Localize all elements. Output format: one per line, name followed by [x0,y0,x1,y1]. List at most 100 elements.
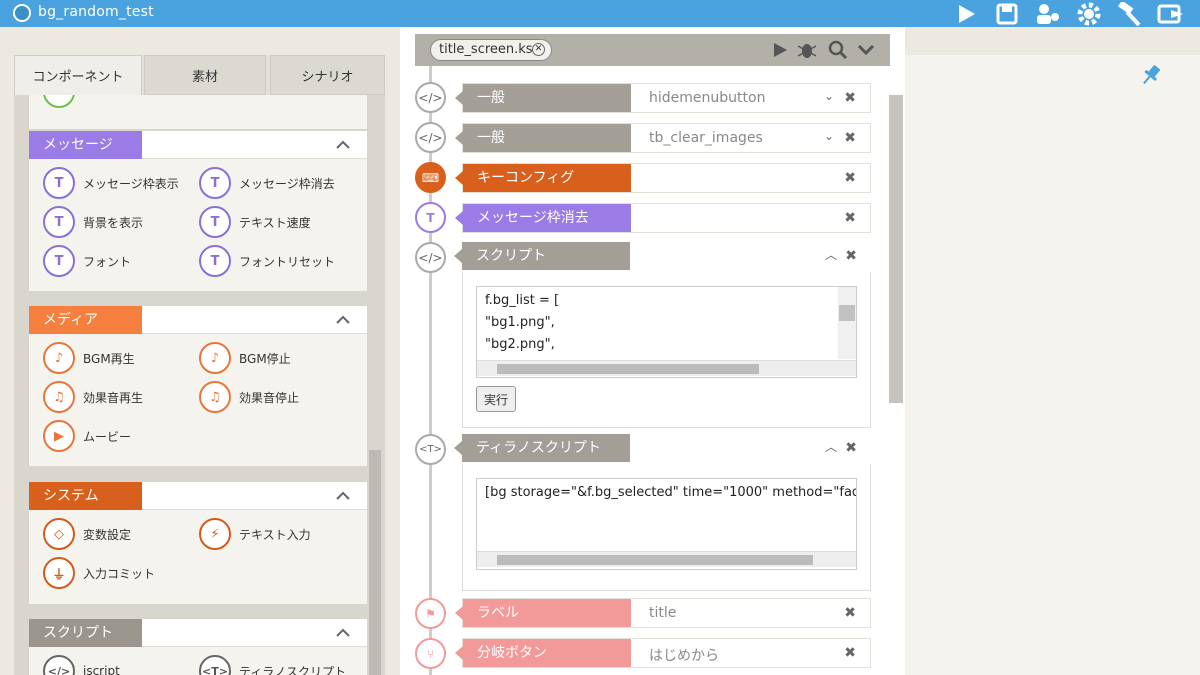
keyboard-icon: ⌨ [415,162,446,193]
scenario-row[interactable]: キーコンフィグ ✖ [455,163,871,193]
run-scenario-icon[interactable] [772,42,788,58]
category-media: メディア ♪ BGM再生 ♪ BGM停止 ♫ 効果音再生 ♫ 効果音停止 ▶ ムービー [28,305,368,467]
component-item[interactable]: T フォント [43,245,131,277]
delete-icon[interactable]: ✖ [845,440,857,456]
app-title: bg_random_test [38,4,154,20]
pin-icon[interactable] [1139,63,1163,87]
component-item[interactable]: ▶ ムービー [43,420,131,452]
category-script-label[interactable]: スクリプト [29,619,142,647]
lightning-icon: ⚡ [199,518,231,550]
component-icon[interactable] [43,95,75,108]
category-message-label[interactable]: メッセージ [29,131,142,159]
code-icon: </> [415,82,446,113]
component-item[interactable]: T 背景を表示 [43,206,143,238]
code-icon: </> [43,655,75,675]
textarea-vscrollbar[interactable] [838,287,856,359]
timeline-line [429,66,432,675]
component-item[interactable]: ◇ 変数設定 [43,518,131,550]
component-item[interactable]: ♫ 効果音再生 [43,381,143,413]
users-icon[interactable] [1032,0,1064,27]
scenario-row[interactable]: 一般 hidemenubutton ⌄ ✖ [455,83,871,113]
export-icon[interactable] [1155,0,1187,27]
category-media-label[interactable]: メディア [29,306,142,334]
chevron-down-icon[interactable]: ⌄ [824,89,834,103]
hammer-icon[interactable] [1114,0,1146,27]
tab-materials[interactable]: 素材 [144,55,266,95]
title-bar: bg_random_test [0,0,1200,27]
play-icon[interactable] [950,0,982,27]
hide-message-icon: T [415,202,446,233]
scenario-row[interactable]: スクリプト ︿ ✖ [454,242,871,272]
editor-scrollbar[interactable] [889,95,903,403]
textarea-hscrollbar[interactable] [477,551,856,567]
code-icon: </> [415,242,446,273]
text-speed-icon: T [199,206,231,238]
chevron-up-icon[interactable]: ︿ [825,246,837,263]
chevron-up-icon[interactable] [335,137,351,153]
component-item[interactable]: ♪ BGM再生 [43,342,135,374]
partial-category [28,95,368,130]
file-tab[interactable]: title_screen.ks ✕ [430,39,552,61]
row-value: tb_clear_images [649,130,763,146]
tab-components[interactable]: コンポーネント [14,55,142,95]
variable-icon: ◇ [43,518,75,550]
delete-icon[interactable]: ✖ [844,645,856,661]
search-icon[interactable] [828,40,848,60]
chevron-down-icon[interactable]: ⌄ [824,129,834,143]
preview-panel [905,55,1200,675]
font-reset-icon: T [199,245,231,277]
category-script: スクリプト </> iscript <T> ティラノスクリプト [28,618,368,675]
run-button[interactable]: 実行 [476,386,516,412]
show-background-icon: T [43,206,75,238]
bug-icon[interactable] [797,40,817,60]
textarea-hscrollbar[interactable] [477,360,856,376]
chevron-down-icon[interactable] [857,42,875,58]
chevron-up-icon[interactable] [335,312,351,328]
category-system-label[interactable]: システム [29,482,142,510]
component-item[interactable]: T メッセージ枠表示 [43,167,179,199]
save-icon[interactable] [991,0,1023,27]
code-icon: </> [415,122,446,153]
component-item[interactable]: <T> ティラノスクリプト [199,655,346,675]
component-item[interactable]: ♫ 効果音停止 [199,381,299,413]
chevron-up-icon[interactable] [335,625,351,641]
delete-icon[interactable]: ✖ [844,130,856,146]
delete-icon[interactable]: ✖ [844,210,856,226]
component-item[interactable]: ⏚ 入力コミット [43,557,155,589]
close-tab-icon[interactable]: ✕ [532,43,545,56]
category-system: システム ◇ 変数設定 ⚡ テキスト入力 ⏚ 入力コミット [28,481,368,605]
category-message: メッセージ T メッセージ枠表示 T メッセージ枠消去 T 背景を表示 T テキスト速度… [28,130,368,292]
flag-icon: ⚑ [415,598,446,629]
show-message-icon: T [43,167,75,199]
se-play-icon: ♫ [43,381,75,413]
gear-icon[interactable] [1073,0,1105,27]
scenario-row[interactable]: ラベル title ✖ [455,598,871,628]
font-icon: T [43,245,75,277]
scenario-row[interactable]: ティラノスクリプト ︿ ✖ [454,434,871,464]
delete-icon[interactable]: ✖ [845,248,857,264]
component-panel: コンポーネント 素材 シナリオ メッセージ T メッセージ枠表示 T メッセージ枠消… [14,55,385,675]
hide-message-icon: T [199,167,231,199]
component-item[interactable]: </> iscript [43,655,120,675]
delete-icon[interactable]: ✖ [844,170,856,186]
chevron-up-icon[interactable]: ︿ [825,438,837,455]
branch-icon: ⑂ [415,638,446,669]
component-item[interactable]: T テキスト速度 [199,206,311,238]
left-scrollbar[interactable] [369,450,381,675]
scenario-row[interactable]: 分岐ボタン はじめから ✖ [455,638,871,668]
chevron-up-icon[interactable] [335,488,351,504]
delete-icon[interactable]: ✖ [844,90,856,106]
plug-icon: ⏚ [43,557,75,589]
movie-icon: ▶ [43,420,75,452]
component-item[interactable]: ⚡ テキスト入力 [199,518,311,550]
scenario-row[interactable]: メッセージ枠消去 ✖ [455,203,871,233]
globe-icon [13,4,31,22]
tab-scenario[interactable]: シナリオ [270,55,385,95]
row-value: hidemenubutton [649,90,766,106]
tyrano-icon: <T> [415,434,446,465]
component-item[interactable]: T メッセージ枠消去 [199,167,335,199]
delete-icon[interactable]: ✖ [844,605,856,621]
scenario-row[interactable]: 一般 tb_clear_images ⌄ ✖ [455,123,871,153]
component-item[interactable]: ♪ BGM停止 [199,342,291,374]
component-item[interactable]: T フォントリセット [199,245,335,277]
